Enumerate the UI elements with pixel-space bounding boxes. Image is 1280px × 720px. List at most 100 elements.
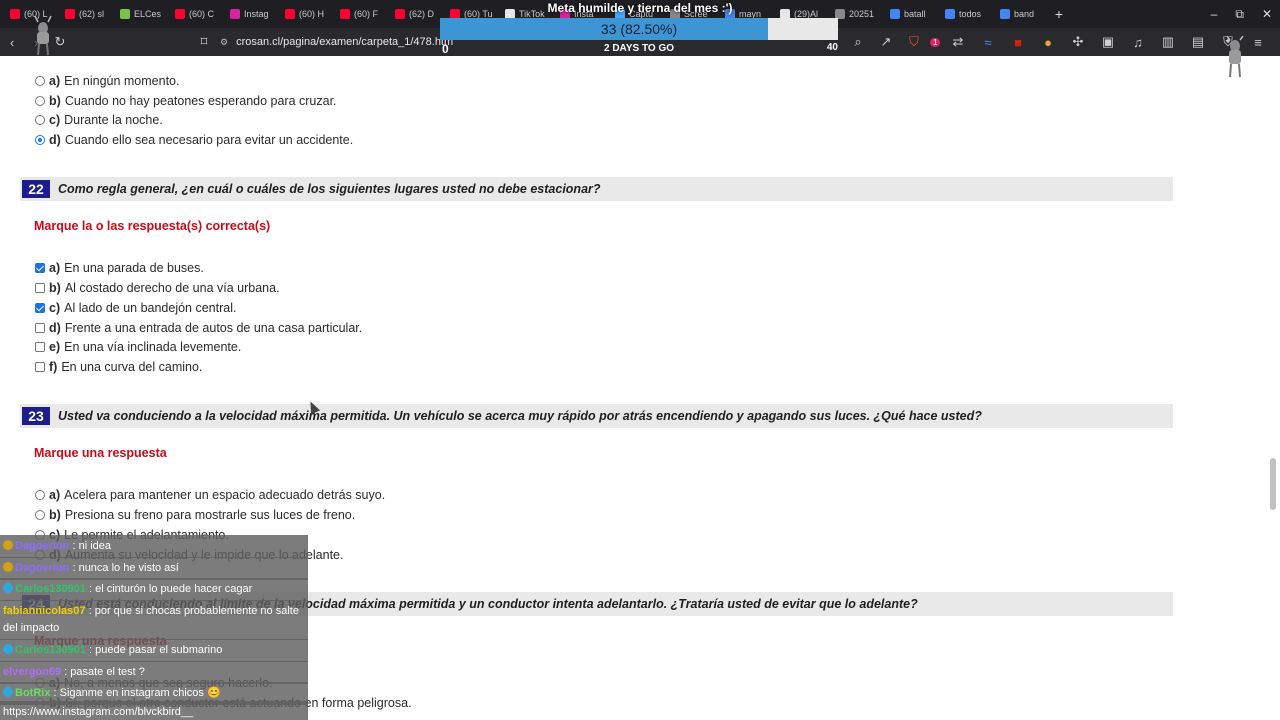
option-text: Durante la noche. <box>64 113 163 127</box>
browser-tab[interactable]: (60) H <box>279 0 334 28</box>
screenshot-icon[interactable]: ▣ <box>1096 34 1120 50</box>
answer-radio[interactable] <box>35 490 45 500</box>
browser-tab[interactable]: todos <box>939 0 994 28</box>
ublock-icon[interactable]: ■ <box>1006 35 1030 50</box>
answer-checkbox[interactable] <box>35 303 45 313</box>
browser-tab[interactable]: (60) C <box>169 0 224 28</box>
window-controls: – ⧉ ✕ <box>1211 0 1272 28</box>
answer-instruction: Marque una respuesta <box>34 446 167 460</box>
option-letter: a) <box>49 488 61 502</box>
option-text: En una curva del camino. <box>61 360 203 374</box>
zoom-icon[interactable]: ⌕ <box>846 34 870 50</box>
site-info-icon[interactable]: ⚙ <box>220 37 228 48</box>
chat-message: Carlos130901 : el cinturón lo puede hace… <box>0 578 308 601</box>
answer-option[interactable]: a) En una parada de buses. <box>35 261 204 275</box>
tab-favicon-icon <box>1000 9 1010 19</box>
answer-option[interactable]: b) Al costado derecho de una vía urbana. <box>35 281 280 295</box>
address-actions: ⌕ ↗ ⛉ 1 <box>846 28 941 56</box>
tab-label: band <box>1014 9 1035 19</box>
option-text: Al lado de un bandejón central. <box>64 301 237 315</box>
extension-drop-icon[interactable]: ● <box>1036 35 1060 50</box>
option-letter: d) <box>49 321 61 335</box>
new-tab-button[interactable]: + <box>1049 6 1069 22</box>
tab-favicon-icon <box>120 9 130 19</box>
tab-label: (60) C <box>189 9 215 19</box>
question-number: 23 <box>22 407 50 425</box>
chat-message: Dagoerion : ni idea <box>0 535 308 558</box>
share-icon[interactable]: ↗ <box>874 34 898 50</box>
browser-tab[interactable]: batall <box>884 0 939 28</box>
answer-radio[interactable] <box>35 96 45 106</box>
user-badge-icon <box>3 644 13 654</box>
tab-label: Instag <box>244 9 269 19</box>
tab-favicon-icon <box>945 9 955 19</box>
answer-option[interactable]: b) Cuando no hay peatones esperando para … <box>35 94 337 108</box>
tab-favicon-icon <box>175 9 185 19</box>
tab-favicon-icon <box>10 9 20 19</box>
close-window-button[interactable]: ✕ <box>1262 7 1272 21</box>
question-text: Como regla general, ¿en cuál o cuáles de… <box>58 182 601 196</box>
chat-username: Dagoerion <box>15 562 70 574</box>
goat-mascot-left <box>34 15 52 56</box>
answer-radio[interactable] <box>35 510 45 520</box>
restore-button[interactable]: ⧉ <box>1235 7 1244 22</box>
minimize-button[interactable]: – <box>1211 7 1218 21</box>
option-text: En una vía inclinada levemente. <box>64 340 242 354</box>
translate-icon[interactable]: ⇄ <box>946 34 970 50</box>
answer-option[interactable]: a) En ningún momento. <box>35 74 179 88</box>
answer-checkbox[interactable] <box>35 283 45 293</box>
tab-label: (62) D <box>409 9 435 19</box>
page-scrollbar[interactable] <box>1270 58 1276 718</box>
option-text: Frente a una entrada de autos de una cas… <box>64 321 363 335</box>
answer-radio[interactable] <box>35 115 45 125</box>
bookmark-icon[interactable]: ⌑ <box>192 34 216 50</box>
tab-label: ELCes <box>134 9 162 19</box>
answer-checkbox[interactable] <box>35 263 45 273</box>
back-icon[interactable]: ‹ <box>0 35 24 50</box>
answer-option[interactable]: c) Durante la noche. <box>35 113 163 127</box>
puzzle-icon[interactable]: ✣ <box>1066 34 1090 50</box>
answer-radio[interactable] <box>35 76 45 86</box>
answer-checkbox[interactable] <box>35 342 45 352</box>
answer-option[interactable]: c) Al lado de un bandejón central. <box>35 301 236 315</box>
goal-days-left: 2 DAYS TO GO <box>603 43 675 54</box>
answer-option[interactable]: a) Acelera para mantener un espacio adecu… <box>35 488 385 502</box>
answer-option[interactable]: f) En una curva del camino. <box>35 360 202 374</box>
wallet-icon[interactable]: ▤ <box>1186 34 1210 50</box>
chat-username: fabiannicolas07 <box>3 605 86 617</box>
chat-text: : nunca lo he visto así <box>69 562 179 574</box>
browser-tab[interactable]: (62) sl <box>59 0 114 28</box>
browser-tab[interactable]: ELCes <box>114 0 169 28</box>
answer-option[interactable]: b) Presiona su freno para mostrarle sus l… <box>35 508 355 522</box>
answer-radio[interactable] <box>35 135 45 145</box>
chat-username: Carlos130901 <box>15 583 86 595</box>
scrollbar-thumb[interactable] <box>1270 458 1276 510</box>
option-text: Cuando ello sea necesario para evitar un… <box>64 133 354 147</box>
chat-message: Carlos130901 : puede pasar el submarino <box>0 639 308 662</box>
answer-checkbox[interactable] <box>35 362 45 372</box>
wifi-icon[interactable]: ≈ <box>976 35 1000 50</box>
browser-tab[interactable]: (62) D <box>389 0 444 28</box>
browser-tab[interactable]: band <box>994 0 1049 28</box>
brave-shield-icon[interactable]: ⛉ <box>902 34 926 50</box>
sidebar-icon[interactable]: ▥ <box>1156 34 1180 50</box>
option-letter: a) <box>49 74 61 88</box>
address-bar[interactable]: ⚙ crosan.cl/pagina/examen/carpeta_1/478.… <box>220 33 453 51</box>
chat-username: BotRix <box>15 687 51 699</box>
answer-option[interactable]: d) Frente a una entrada de autos de una c… <box>35 321 362 335</box>
tab-label: (62) sl <box>79 9 105 19</box>
option-letter: f) <box>49 360 58 374</box>
question-header: 22 Como regla general, ¿en cuál o cuáles … <box>20 177 1173 201</box>
tab-label: 20251 <box>849 9 875 19</box>
answer-checkbox[interactable] <box>35 323 45 333</box>
tab-label: (60) F <box>354 9 379 19</box>
music-icon[interactable]: ♫ <box>1126 35 1150 50</box>
browser-tab[interactable]: (60) F <box>334 0 389 28</box>
answer-option[interactable]: d) Cuando ello sea necesario para evitar … <box>35 133 353 147</box>
answer-option[interactable]: e) En una vía inclinada levemente. <box>35 340 241 354</box>
goal-progress-text: 33 (82.50%) <box>600 21 678 37</box>
chat-text: : el cinturón lo puede hacer cagar <box>85 583 253 595</box>
browser-tab[interactable]: Instag <box>224 0 279 28</box>
rewards-badge[interactable]: 1 <box>930 37 941 47</box>
goal-progress-bar: 33 (82.50%) <box>440 18 838 40</box>
